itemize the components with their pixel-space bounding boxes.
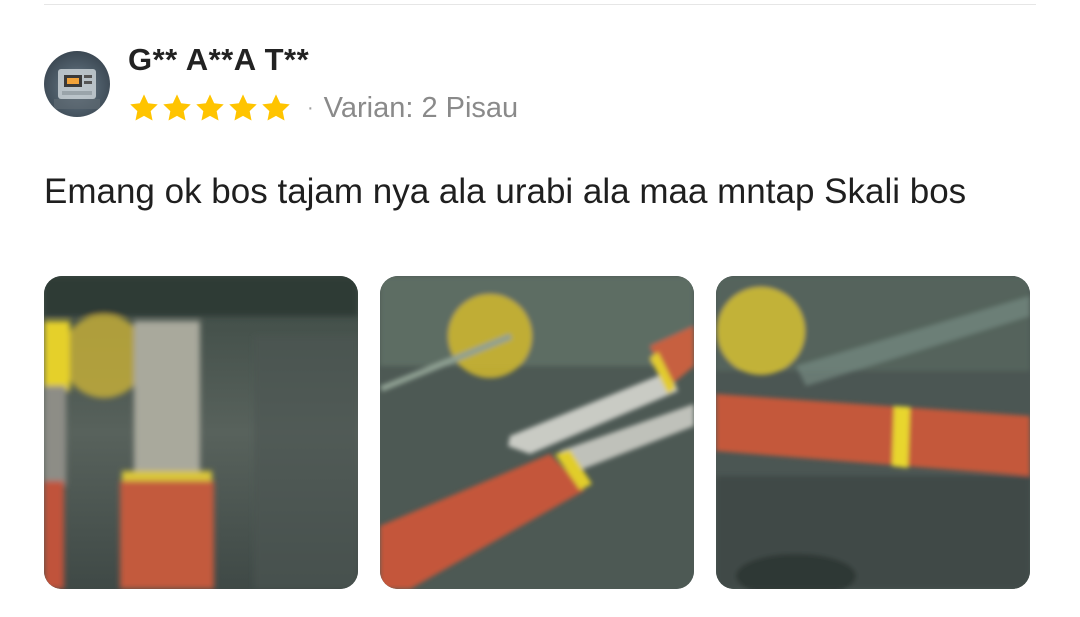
review-card: G** A**A T** · Varian: 2 Pisau Emang ok …: [44, 40, 1036, 215]
variant-label: Varian: 2 Pisau: [323, 91, 519, 124]
review-photo-3[interactable]: [716, 276, 1030, 589]
avatar[interactable]: [44, 51, 110, 117]
star-icon: [196, 94, 224, 121]
review-photos: [44, 276, 1030, 589]
separator-dot: ·: [307, 96, 314, 119]
reviewer-name: G** A**A T**: [128, 42, 310, 77]
reviewer-meta: G** A**A T** · Varian: 2 Pisau: [128, 40, 518, 126]
rating-row: · Varian: 2 Pisau: [128, 90, 518, 126]
star-rating: [128, 92, 293, 124]
star-icon: [163, 94, 191, 121]
review-photo-1[interactable]: [44, 276, 358, 589]
star-icon: [229, 94, 257, 121]
star-icon: [262, 94, 290, 121]
star-icon: [130, 94, 158, 121]
review-photo-2[interactable]: [380, 276, 694, 589]
review-text: Emang ok bos tajam nya ala urabi ala maa…: [44, 172, 967, 211]
top-divider: [44, 4, 1036, 5]
review-header: G** A**A T** · Varian: 2 Pisau: [44, 40, 1036, 126]
